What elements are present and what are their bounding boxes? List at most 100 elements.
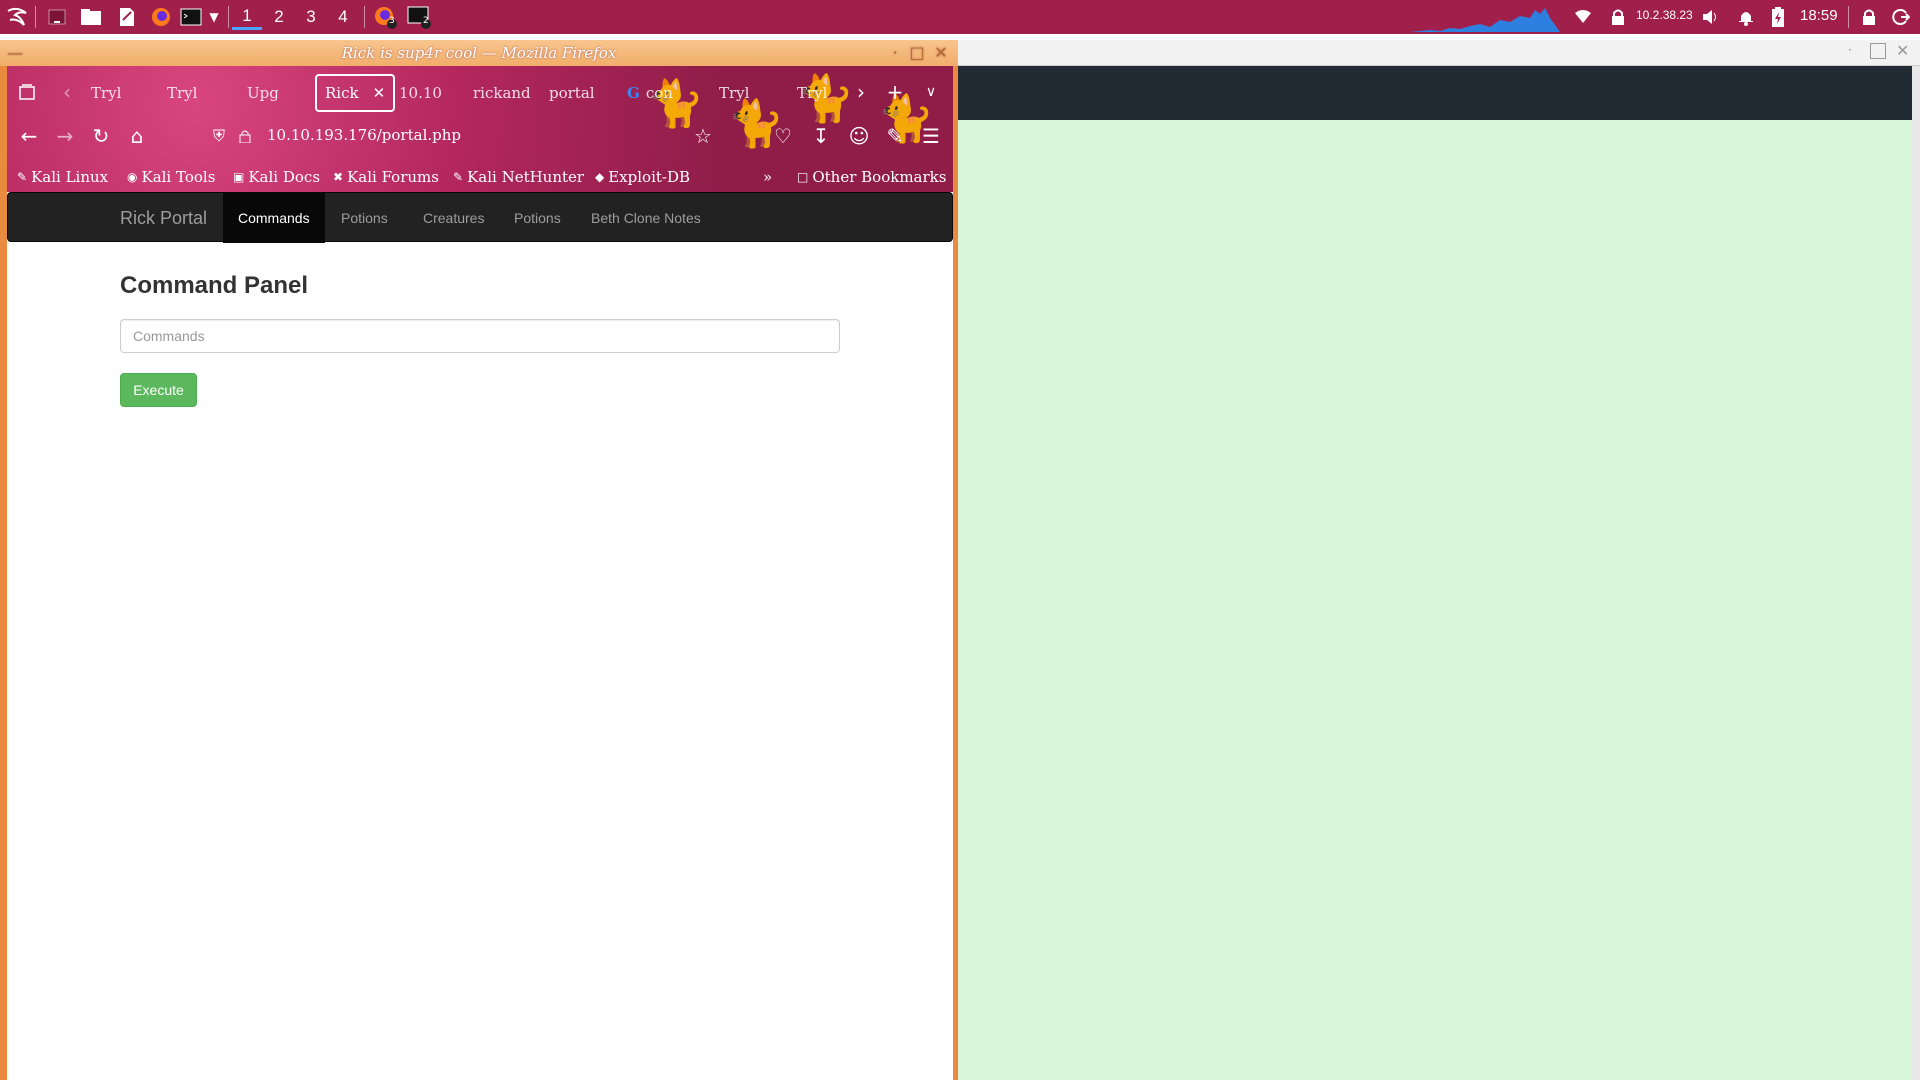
tab[interactable]: Tryl — [797, 74, 827, 112]
bookmark-kali-linux[interactable]: ✎ Kali Linux — [17, 164, 108, 190]
tab-label: Tryl — [167, 84, 198, 102]
bookmark-star-icon[interactable]: ☆ — [687, 120, 719, 152]
volume-icon[interactable] — [1698, 4, 1724, 30]
kali-forums-icon: ✖ — [333, 170, 344, 184]
show-desktop-icon[interactable] — [44, 4, 70, 30]
tabs-scroll-left-icon[interactable]: ‹ — [51, 76, 83, 108]
logout-icon[interactable] — [1888, 4, 1914, 30]
close-tab-icon[interactable]: ✕ — [373, 84, 386, 102]
notifications-icon[interactable] — [1733, 4, 1759, 30]
battery-icon[interactable] — [1765, 4, 1791, 30]
terminal-task-button[interactable]: 2 — [406, 4, 432, 30]
terminal-scrollbar[interactable] — [1912, 66, 1920, 1080]
minimize-button[interactable]: · — [1848, 43, 1852, 57]
tabs-scroll-right-icon[interactable]: › — [845, 76, 877, 108]
window-title-text: Rick is sup4r cool — Mozilla Firefox — [341, 44, 617, 62]
pocket-icon[interactable]: ♡ — [767, 120, 799, 152]
terminal-window: · ✕ — [958, 40, 1920, 1080]
terminal-titlebar: · ✕ — [958, 40, 1920, 66]
terminal-area[interactable] — [958, 120, 1912, 1080]
execute-button[interactable]: Execute — [120, 373, 197, 407]
kali-icon: ✎ — [453, 170, 464, 184]
tab-overview-icon[interactable] — [11, 76, 43, 108]
tab[interactable]: Tryl — [719, 74, 749, 112]
maximize-button[interactable]: □ — [908, 44, 926, 62]
text-editor-icon[interactable] — [114, 4, 140, 30]
forward-icon[interactable]: → — [49, 120, 81, 152]
url-bar[interactable]: 10.10.193.176/portal.php — [267, 126, 461, 144]
tab[interactable]: Tryl — [167, 74, 197, 112]
list-all-tabs-icon[interactable]: ∨ — [915, 76, 947, 108]
vpn-icon[interactable] — [1605, 4, 1631, 30]
other-bookmarks[interactable]: □ Other Bookmarks — [797, 164, 946, 190]
tab[interactable]: Tryl — [91, 74, 121, 112]
nav-creatures[interactable]: Creatures — [408, 193, 499, 243]
bookmark-kali-forums[interactable]: ✖ Kali Forums — [333, 164, 439, 190]
terminal-header-bar — [958, 66, 1912, 120]
back-icon[interactable]: ← — [13, 120, 45, 152]
nav-commands[interactable]: Commands — [223, 193, 325, 243]
tab[interactable]: Gcon — [627, 74, 673, 112]
reload-icon[interactable]: ↻ — [85, 120, 117, 152]
home-icon[interactable]: ⌂ — [121, 120, 153, 152]
extensions-icon[interactable]: ✎ — [879, 120, 911, 152]
workspace-3[interactable]: 3 — [296, 4, 326, 30]
tab[interactable]: 10.10 — [399, 74, 442, 112]
menu-icon[interactable]: ☰ — [915, 120, 947, 152]
bookmark-kali-nethunter[interactable]: ✎ Kali NetHunter — [453, 164, 584, 190]
window-title: Rick is sup4r cool — Mozilla Firefox — ·… — [0, 40, 958, 66]
bookmark-exploit-db[interactable]: ◆ Exploit-DB — [595, 164, 690, 190]
nav-potions-2[interactable]: Potions — [499, 193, 576, 243]
tab-active[interactable]: Rick ✕ — [315, 74, 396, 112]
other-bookmarks-label: Other Bookmarks — [812, 168, 947, 186]
firefox-task-button[interactable]: 3 — [372, 4, 398, 30]
commands-input[interactable] — [120, 319, 840, 353]
close-button[interactable]: ✕ — [932, 44, 950, 62]
firefox-window: Rick is sup4r cool — Mozilla Firefox — ·… — [0, 40, 958, 1080]
folder-icon: □ — [797, 170, 809, 184]
tab[interactable]: Upg — [247, 74, 279, 112]
minimize-button[interactable]: · — [886, 44, 904, 62]
bookmarks-overflow-icon[interactable]: » — [763, 164, 772, 190]
tab[interactable]: portal — [549, 74, 595, 112]
lock-screen-icon[interactable] — [1856, 4, 1882, 30]
exploit-db-icon: ◆ — [595, 170, 605, 184]
terminal-launcher-icon[interactable] — [178, 4, 204, 30]
workspace-2[interactable]: 2 — [264, 4, 294, 30]
bookmark-kali-tools[interactable]: ◉ Kali Tools — [127, 164, 215, 190]
tab[interactable]: rickand — [473, 74, 531, 112]
ip-address: 10.2.38.23 — [1636, 8, 1693, 22]
lock-icon[interactable] — [229, 120, 261, 152]
kali-tools-icon: ◉ — [127, 170, 138, 184]
bookmark-label: Kali Docs — [248, 168, 321, 186]
kali-icon: ✎ — [17, 170, 28, 184]
taskbar: ▼ 1 2 3 4 3 2 10.2.38.23 18:59 — [0, 0, 1920, 34]
firefox-launcher-icon[interactable] — [148, 4, 174, 30]
chevron-down-icon[interactable]: ▼ — [206, 4, 222, 30]
brand-link[interactable]: Rick Portal — [120, 193, 207, 243]
tab-label: Tryl — [91, 84, 122, 102]
tab-label: portal — [549, 84, 595, 102]
bookmark-label: Kali NetHunter — [467, 168, 585, 186]
close-button[interactable]: ✕ — [1896, 41, 1909, 60]
wifi-icon[interactable] — [1570, 4, 1596, 30]
file-manager-icon[interactable] — [78, 4, 104, 30]
window-menu-icon[interactable]: — — [6, 44, 24, 62]
tab-label: con — [645, 84, 673, 102]
workspace-4[interactable]: 4 — [328, 4, 358, 30]
bookmark-kali-docs[interactable]: ▣ Kali Docs — [233, 164, 320, 190]
bookmark-label: Kali Tools — [141, 168, 216, 186]
workspace-1[interactable]: 1 — [232, 4, 262, 30]
nav-potions[interactable]: Potions — [326, 193, 403, 243]
bookmark-label: Kali Linux — [31, 168, 109, 186]
new-tab-icon[interactable]: + — [879, 76, 911, 108]
kali-menu-icon[interactable] — [4, 4, 30, 30]
maximize-button[interactable] — [1870, 43, 1886, 59]
google-icon: G — [627, 84, 640, 102]
account-icon[interactable]: ☺ — [843, 120, 875, 152]
downloads-icon[interactable]: ↧ — [805, 120, 837, 152]
nav-beth-clone-notes[interactable]: Beth Clone Notes — [576, 193, 716, 243]
tab-label: 10.10 — [399, 84, 442, 102]
page-title: Command Panel — [120, 272, 309, 299]
tab-label: Rick — [325, 84, 359, 102]
